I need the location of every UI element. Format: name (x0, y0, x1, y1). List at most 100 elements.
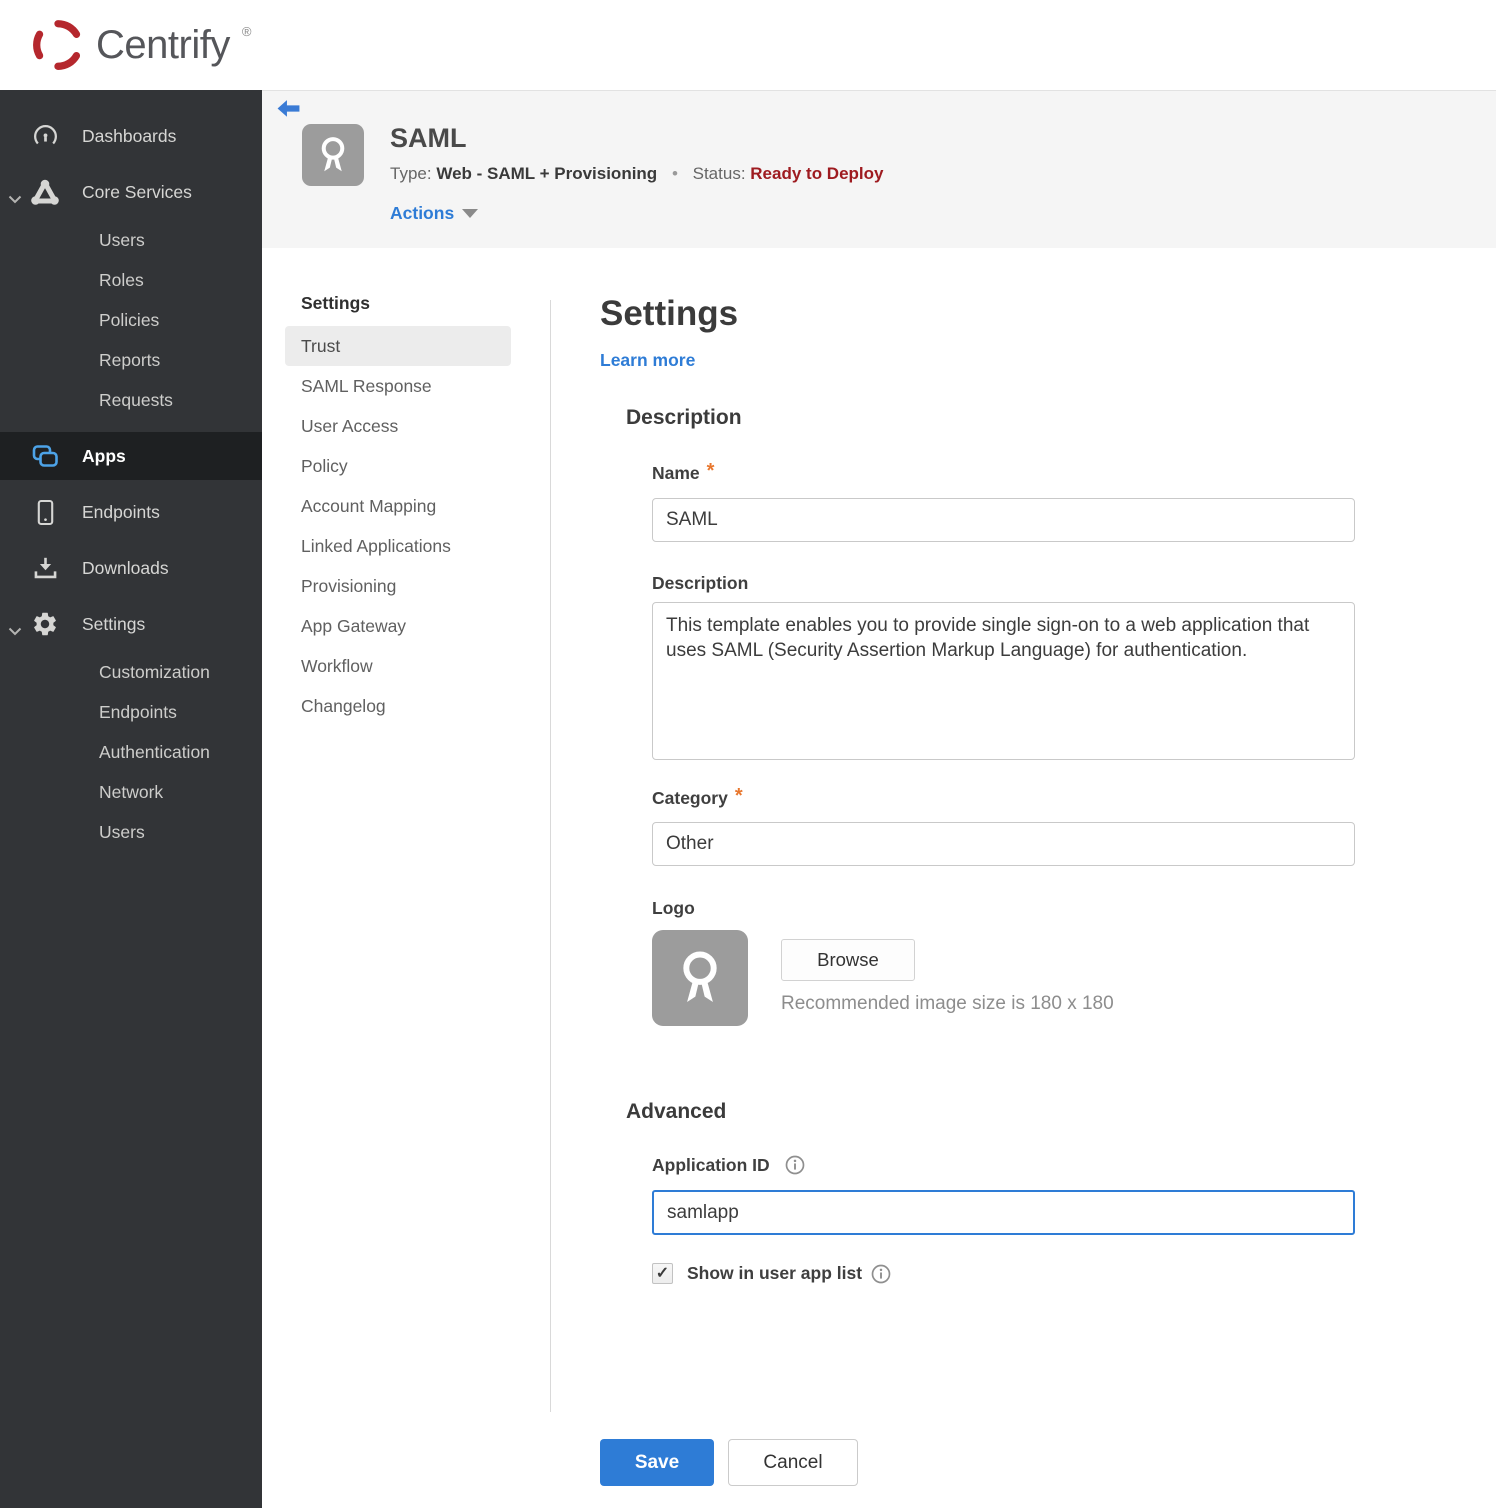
subnav-item-saml-response[interactable]: SAML Response (285, 366, 511, 406)
subnav-label: Policy (301, 455, 348, 476)
info-icon[interactable] (871, 1264, 891, 1284)
subnav-item-account-mapping[interactable]: Account Mapping (285, 486, 511, 526)
type-value: Web - SAML + Provisioning (436, 164, 658, 183)
sidebar-item-users[interactable]: Users (0, 220, 262, 260)
sidebar-item-customization[interactable]: Customization (0, 652, 262, 692)
subnav-item-provisioning[interactable]: Provisioning (285, 566, 511, 606)
chevron-down-icon (8, 620, 22, 641)
sidebar-sub-label: Users (99, 229, 145, 250)
category-label-text: Category (652, 788, 728, 808)
subnav-label: Changelog (301, 695, 386, 716)
page-title: Settings (600, 294, 739, 333)
browse-button[interactable]: Browse (781, 939, 915, 981)
application-id-input[interactable] (652, 1190, 1355, 1235)
chevron-down-icon (8, 188, 22, 209)
sidebar-item-dashboards[interactable]: Dashboards (0, 112, 262, 160)
sidebar-sub-label: Customization (99, 661, 210, 682)
subnav-label: SAML Response (301, 375, 432, 396)
sidebar-sub-label: Endpoints (99, 701, 177, 722)
sidebar-item-core-services[interactable]: Core Services (0, 168, 262, 216)
advanced-section-heading: Advanced (626, 1100, 727, 1123)
name-input[interactable] (652, 498, 1355, 542)
sidebar-item-policies[interactable]: Policies (0, 300, 262, 340)
meta-separator: • (671, 164, 678, 183)
description-section-heading: Description (626, 406, 742, 429)
sidebar-item-settings[interactable]: Settings (0, 600, 262, 648)
sidebar-item-requests[interactable]: Requests (0, 380, 262, 420)
show-in-user-app-list-label: Show in user app list (687, 1263, 891, 1284)
sidebar-item-apps[interactable]: Apps (0, 432, 262, 480)
subnav-item-user-access[interactable]: User Access (285, 406, 511, 446)
content-area: Settings Trust SAML Response User Access… (262, 248, 1496, 1508)
settings-form: Settings Learn more Description Name * D… (600, 248, 1380, 1508)
sidebar-item-downloads[interactable]: Downloads (0, 544, 262, 592)
award-ribbon-icon (312, 134, 354, 176)
caret-down-icon (462, 209, 479, 218)
subnav-item-policy[interactable]: Policy (285, 446, 511, 486)
sidebar-label: Settings (82, 613, 146, 634)
settings-subnav: Settings Trust SAML Response User Access… (285, 293, 511, 726)
sidebar-item-network[interactable]: Network (0, 772, 262, 812)
award-ribbon-icon (669, 947, 731, 1009)
sidebar-item-settings-endpoints[interactable]: Endpoints (0, 692, 262, 732)
checkbox-check-icon: ✓ (655, 1264, 670, 1282)
sidebar-label: Apps (82, 445, 126, 466)
subnav-label: User Access (301, 415, 399, 436)
sidebar-label: Endpoints (82, 501, 160, 522)
logo-label-text: Logo (652, 898, 695, 918)
application-id-label-text: Application ID (652, 1155, 770, 1175)
info-icon[interactable] (785, 1155, 805, 1175)
sidebar-item-reports[interactable]: Reports (0, 340, 262, 380)
cancel-button[interactable]: Cancel (728, 1439, 858, 1486)
back-arrow-icon[interactable] (276, 99, 301, 120)
sidebar-sub-label: Reports (99, 349, 161, 370)
sidebar-item-authentication[interactable]: Authentication (0, 732, 262, 772)
subnav-item-app-gateway[interactable]: App Gateway (285, 606, 511, 646)
app-title: SAML (390, 123, 467, 153)
sidebar-item-endpoints[interactable]: Endpoints (0, 488, 262, 536)
sidebar-sub-label: Requests (99, 389, 173, 410)
gear-icon (28, 610, 62, 638)
core-services-icon (28, 179, 62, 206)
subnav-label: Linked Applications (301, 535, 451, 556)
sidebar-label: Core Services (82, 181, 192, 202)
subnav-item-linked-applications[interactable]: Linked Applications (285, 526, 511, 566)
actions-dropdown[interactable]: Actions (390, 203, 479, 224)
subnav-item-changelog[interactable]: Changelog (285, 686, 511, 726)
top-bar: Centrify ® (0, 0, 1496, 90)
subnav-item-workflow[interactable]: Workflow (285, 646, 511, 686)
sidebar-sub-label: Users (99, 821, 145, 842)
status-value: Ready to Deploy (750, 164, 884, 183)
actions-label: Actions (390, 203, 455, 223)
sidebar-label: Downloads (82, 557, 169, 578)
name-label: Name * (652, 460, 714, 486)
sidebar-item-settings-users[interactable]: Users (0, 812, 262, 852)
learn-more-link[interactable]: Learn more (600, 350, 695, 371)
app-logo-tile (302, 124, 364, 186)
subnav-label: Trust (301, 335, 341, 356)
subnav-label: App Gateway (301, 615, 407, 636)
sidebar: Dashboards Core Services Users Roles Pol… (0, 90, 262, 1508)
status-label: Status: (692, 164, 746, 183)
name-label-text: Name (652, 463, 700, 483)
checkbox-label-text: Show in user app list (687, 1263, 863, 1283)
download-icon (28, 555, 62, 582)
subnav-label: Provisioning (301, 575, 397, 596)
sidebar-sub-label: Authentication (99, 741, 210, 762)
subnav-item-trust[interactable]: Trust (285, 326, 511, 366)
sidebar-label: Dashboards (82, 125, 177, 146)
category-input[interactable] (652, 822, 1355, 866)
logo-size-hint: Recommended image size is 180 x 180 (781, 993, 1114, 1014)
required-asterisk: * (734, 785, 743, 807)
sidebar-item-roles[interactable]: Roles (0, 260, 262, 300)
centrify-logo: Centrify ® (30, 17, 251, 73)
sidebar-sub-label: Policies (99, 309, 160, 330)
save-button[interactable]: Save (600, 1439, 714, 1486)
application-id-label: Application ID (652, 1155, 805, 1176)
show-in-user-app-list-row: ✓ Show in user app list (652, 1263, 891, 1284)
brand-name: Centrify (96, 22, 230, 67)
description-textarea[interactable]: This template enables you to provide sin… (652, 602, 1355, 760)
show-in-user-app-list-checkbox[interactable]: ✓ (652, 1263, 673, 1284)
sidebar-sub-label: Network (99, 781, 164, 802)
smartphone-icon (28, 499, 62, 526)
